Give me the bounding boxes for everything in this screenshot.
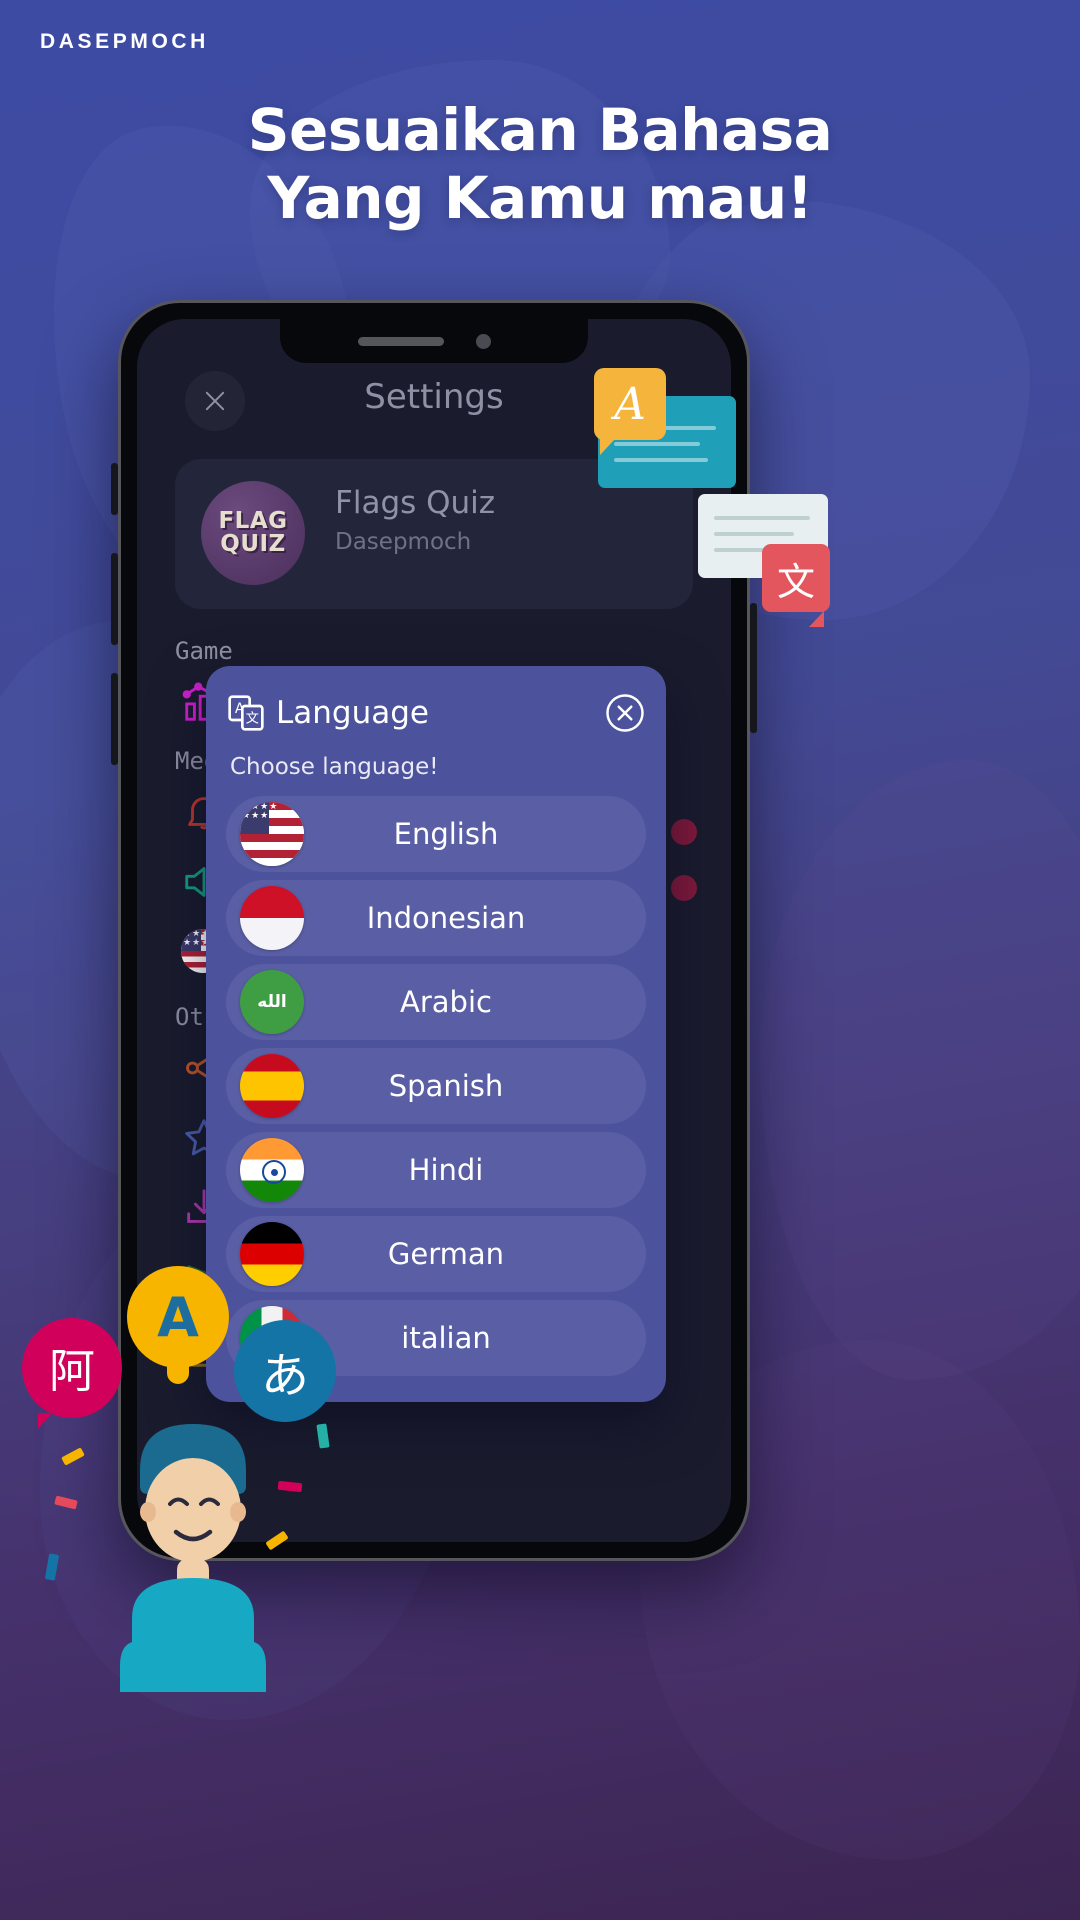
poster-canvas: DASEPMOCH Sesuaikan Bahasa Yang Kamu mau… — [0, 0, 1080, 1920]
svg-text:文: 文 — [246, 710, 259, 726]
brand-logo: DASEPMOCH — [40, 30, 209, 53]
germany-flag-icon — [240, 1222, 304, 1286]
app-developer: Dasepmoch — [335, 529, 472, 555]
language-label: Hindi — [408, 1153, 484, 1187]
language-option-english[interactable]: ★★★★ ★★★★ English — [226, 796, 646, 872]
phone-notch — [280, 319, 588, 363]
close-circle-icon[interactable] — [604, 692, 646, 734]
indonesia-flag-icon — [240, 886, 304, 950]
language-option-spanish[interactable]: Spanish — [226, 1048, 646, 1124]
status-dot — [671, 875, 697, 901]
phone-power-button — [750, 603, 757, 733]
pin-bubble-latin: A — [127, 1266, 229, 1384]
front-camera — [476, 334, 491, 349]
speech-bubble-cjk: 文 — [762, 544, 830, 627]
language-label: English — [393, 817, 499, 851]
language-label: Spanish — [388, 1069, 504, 1103]
spain-flag-icon — [240, 1054, 304, 1118]
language-list: ★★★★ ★★★★ English Indonesian الله Arabic … — [226, 796, 646, 1376]
language-label: German — [387, 1237, 505, 1271]
speech-bubble-latin: A — [594, 368, 666, 455]
language-label: Indonesian — [366, 901, 526, 935]
headline-line-1: Sesuaikan Bahasa — [247, 96, 833, 164]
page-headline: Sesuaikan Bahasa Yang Kamu mau! — [0, 96, 1080, 233]
dialog-header: A 文 Language — [226, 684, 646, 742]
headline-line-2: Yang Kamu mau! — [267, 164, 813, 233]
app-icon-line-2: QUIZ — [220, 531, 286, 557]
united-states-flag-icon: ★★★★ ★★★★ — [240, 802, 304, 866]
language-option-arabic[interactable]: الله Arabic — [226, 964, 646, 1040]
section-label-game: Game — [175, 637, 233, 665]
arabic-script: الله — [257, 992, 287, 1012]
phone-side-button — [111, 673, 118, 765]
earpiece-speaker — [358, 337, 444, 346]
language-label: Arabic — [400, 985, 492, 1019]
character-illustration — [120, 1424, 266, 1692]
app-name: Flags Quiz — [335, 485, 496, 521]
app-icon-line-1: FLAG — [218, 507, 288, 534]
app-icon: FLAG QUIZ — [201, 481, 305, 585]
language-option-indonesian[interactable]: Indonesian — [226, 880, 646, 956]
dialog-title: Language — [276, 695, 429, 731]
language-option-german[interactable]: German — [226, 1216, 646, 1292]
status-dot — [671, 819, 697, 845]
india-flag-icon — [240, 1138, 304, 1202]
dialog-subtitle: Choose language! — [230, 754, 439, 780]
language-label: italian — [401, 1321, 491, 1355]
translate-icon: A 文 — [228, 695, 264, 731]
language-option-hindi[interactable]: Hindi — [226, 1132, 646, 1208]
language-dialog: A 文 Language Choose language! ★★★★ ★★★★ E… — [206, 666, 666, 1402]
saudi-arabia-flag-icon: الله — [240, 970, 304, 1034]
